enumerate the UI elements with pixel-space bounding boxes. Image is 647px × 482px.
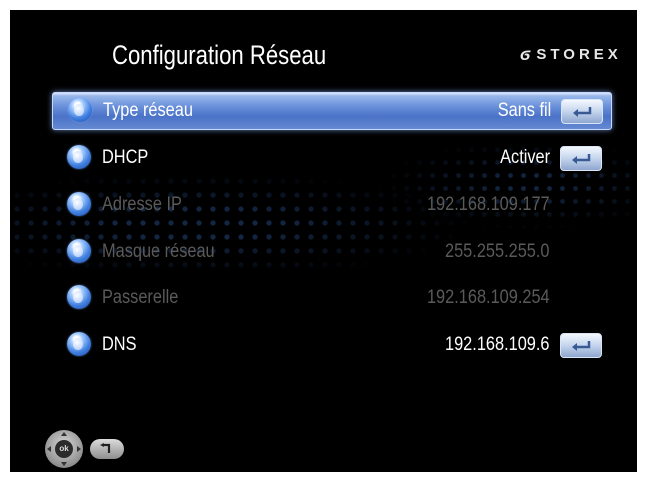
network-globe-icon xyxy=(67,192,91,216)
arrow-left-icon xyxy=(47,446,51,452)
network-globe-icon xyxy=(67,332,91,356)
menu-item-value: Activer xyxy=(500,147,550,168)
back-button[interactable] xyxy=(90,439,124,459)
settings-screen: Configuration Réseau ϭ STOREX Type résea… xyxy=(10,10,637,472)
arrow-down-icon xyxy=(61,462,67,466)
arrow-up-icon xyxy=(61,432,67,436)
dpad-icon[interactable]: ok xyxy=(45,430,83,468)
menu-item-value: 255.255.255.0 xyxy=(445,241,550,262)
menu-item-adresse-ip: Adresse IP 192.168.109.177 xyxy=(52,187,610,223)
menu-item-masque-reseau: Masque réseau 255.255.255.0 xyxy=(52,234,610,270)
menu-item-label: DNS xyxy=(102,334,137,355)
enter-icon[interactable] xyxy=(560,333,602,358)
menu-item-label: DHCP xyxy=(102,147,149,168)
storex-logo-icon: ϭ xyxy=(520,44,535,64)
network-globe-icon xyxy=(67,285,91,309)
menu-item-value: 192.168.109.6 xyxy=(445,334,550,355)
menu-item-label: Adresse IP xyxy=(102,194,182,215)
network-globe-icon xyxy=(68,98,92,122)
enter-icon[interactable] xyxy=(560,146,602,171)
network-globe-icon xyxy=(67,145,91,169)
menu-item-dhcp[interactable]: DHCP Activer xyxy=(52,140,610,176)
menu-item-dns[interactable]: DNS 192.168.109.6 xyxy=(52,327,610,363)
page-title: Configuration Réseau xyxy=(112,40,327,70)
brand-logo: ϭ STOREX xyxy=(520,44,622,65)
ok-button[interactable]: ok xyxy=(55,440,73,458)
menu-item-label: Type réseau xyxy=(103,100,193,121)
menu-item-label: Masque réseau xyxy=(102,241,215,262)
menu-item-type-reseau[interactable]: Type réseau Sans fil xyxy=(52,92,612,130)
menu-item-value: Sans fil xyxy=(497,100,551,121)
menu-item-label: Passerelle xyxy=(102,287,179,308)
network-globe-icon xyxy=(67,239,91,263)
brand-name: STOREX xyxy=(536,46,622,63)
menu-item-value: 192.168.109.177 xyxy=(427,194,550,215)
menu-item-passerelle: Passerelle 192.168.109.254 xyxy=(52,280,610,316)
arrow-right-icon xyxy=(77,446,81,452)
enter-icon[interactable] xyxy=(561,99,603,124)
back-icon xyxy=(100,443,111,453)
menu-item-value: 192.168.109.254 xyxy=(427,287,550,308)
